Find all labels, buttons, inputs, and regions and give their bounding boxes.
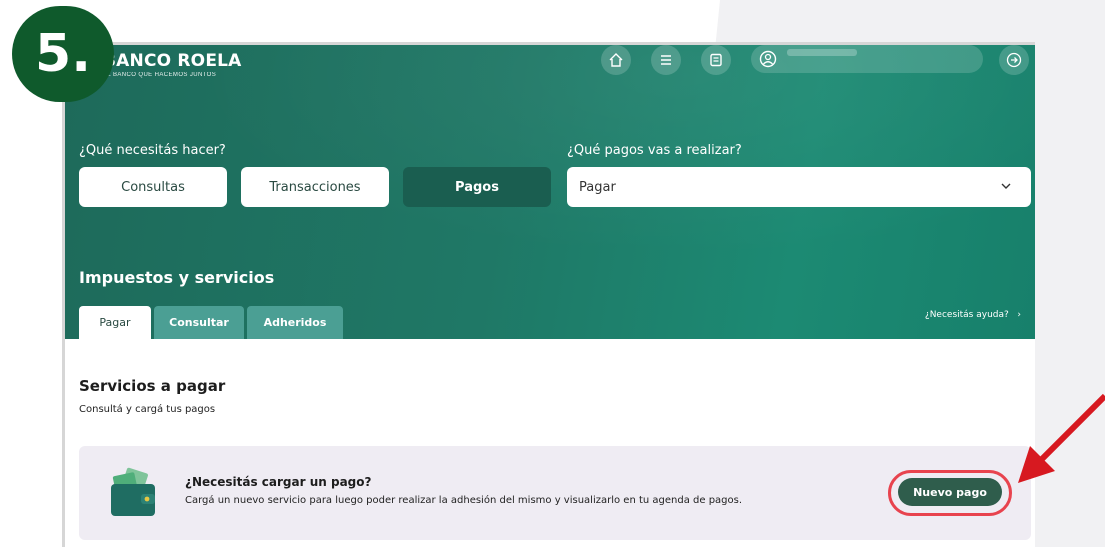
user-name-redacted	[787, 49, 857, 56]
content-subtitle: Consultá y cargá tus pagos	[79, 404, 216, 415]
documents-button[interactable]	[701, 45, 731, 75]
menu-icon	[661, 55, 671, 65]
tab-pagar[interactable]: Pagar	[79, 306, 151, 339]
brand-tagline: EL BANCO QUE HACEMOS JUNTOS	[103, 72, 217, 78]
content-title: Servicios a pagar	[79, 377, 226, 395]
payment-type-select[interactable]: Pagar	[567, 167, 1031, 207]
user-icon	[759, 50, 777, 68]
chevron-down-icon	[1001, 183, 1011, 189]
home-button[interactable]	[601, 45, 631, 75]
help-link[interactable]: ¿Necesitás ayuda? ›	[925, 310, 1021, 320]
wallet-icon	[111, 467, 155, 516]
consultas-button[interactable]: Consultas	[79, 167, 227, 207]
pagos-button[interactable]: Pagos	[403, 167, 551, 207]
payment-picker-label: ¿Qué pagos vas a realizar?	[567, 143, 742, 158]
pointer-arrow-icon	[1018, 393, 1105, 483]
document-icon	[710, 53, 722, 67]
home-icon	[609, 53, 623, 67]
section-title: Impuestos y servicios	[79, 268, 275, 287]
highlight-ring	[888, 470, 1012, 516]
brand-logo[interactable]: BANCO ROELA EL BANCO QUE HACEMOS JUNTOS	[103, 51, 242, 78]
transacciones-button[interactable]: Transacciones	[241, 167, 389, 207]
tab-consultar[interactable]: Consultar	[154, 306, 244, 339]
menu-button[interactable]	[651, 45, 681, 75]
hero-banner: BANCO ROELA EL BANCO QUE HACEMOS JUNTOS …	[65, 45, 1035, 339]
payment-type-value: Pagar	[579, 179, 616, 195]
user-menu[interactable]	[751, 45, 983, 73]
app-screenshot: BANCO ROELA EL BANCO QUE HACEMOS JUNTOS …	[62, 42, 1035, 547]
brand-name: BANCO ROELA	[103, 51, 242, 71]
card-title: ¿Necesitás cargar un pago?	[185, 475, 372, 489]
step-badge: 5.	[12, 6, 114, 102]
card-description: Cargá un nuevo servicio para luego poder…	[185, 495, 743, 506]
logout-icon	[1006, 52, 1022, 68]
tab-adheridos[interactable]: Adheridos	[247, 306, 343, 339]
chevron-right-icon: ›	[1011, 310, 1021, 320]
action-picker-label: ¿Qué necesitás hacer?	[79, 143, 226, 158]
logout-button[interactable]	[999, 45, 1029, 75]
help-link-label: ¿Necesitás ayuda?	[924, 310, 1009, 320]
